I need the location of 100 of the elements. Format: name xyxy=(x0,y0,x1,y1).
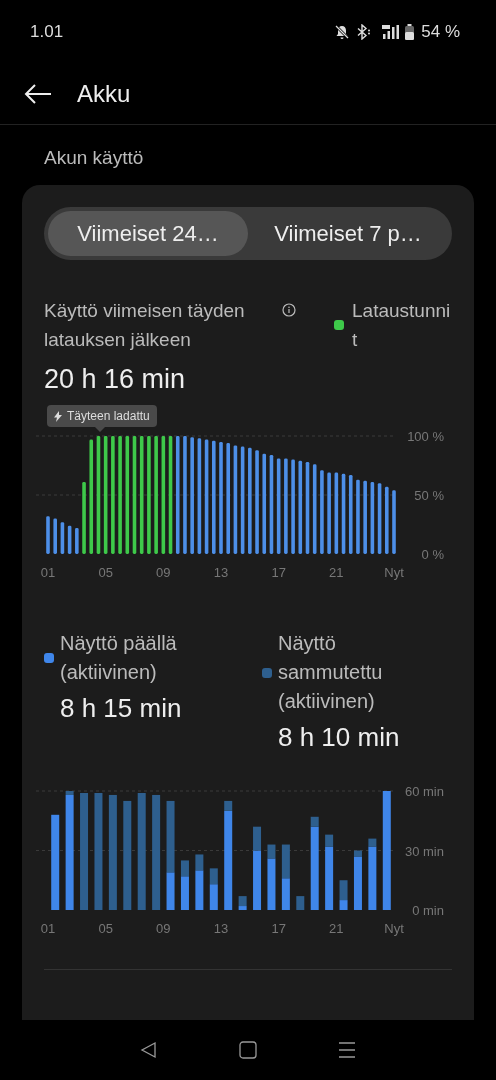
bar xyxy=(53,518,58,554)
bar xyxy=(298,460,303,554)
bar xyxy=(166,800,175,873)
legend-label: Näyttö sammutettu (aktiivinen) xyxy=(278,631,384,714)
y-tick-label: 0 % xyxy=(421,547,445,562)
bar xyxy=(363,480,367,554)
bar xyxy=(125,436,130,554)
bar xyxy=(65,794,74,910)
bar xyxy=(224,800,233,811)
period-tab[interactable]: Viimeiset 24… xyxy=(48,211,248,256)
bar xyxy=(281,878,290,910)
bar xyxy=(51,814,60,910)
bar xyxy=(94,792,103,910)
menu-icon[interactable] xyxy=(337,1041,356,1059)
bar xyxy=(267,858,276,910)
x-tick-label: 05 xyxy=(98,565,113,580)
bar xyxy=(154,436,158,554)
bar xyxy=(147,436,151,554)
bar xyxy=(195,870,204,910)
battery-percent: 54 % xyxy=(421,22,460,42)
bar xyxy=(339,880,348,901)
legend-label: Näyttö päällä (aktiivinen) xyxy=(60,631,178,685)
x-tick-label: 13 xyxy=(213,921,229,936)
bar xyxy=(339,900,348,910)
bar xyxy=(108,794,117,910)
y-tick-label: 60 min xyxy=(404,784,444,799)
y-tick-label: 0 min xyxy=(412,903,444,918)
bar xyxy=(296,896,305,910)
bar xyxy=(382,791,391,910)
x-tick-label: Nyt xyxy=(384,565,405,580)
bar xyxy=(209,868,218,885)
bar xyxy=(310,816,319,827)
bar xyxy=(226,443,231,554)
bar xyxy=(175,436,180,554)
bar xyxy=(190,437,194,554)
bar xyxy=(82,482,86,554)
usage-label: Käyttö viimeisen täyden latauksen jälkeen xyxy=(44,299,246,352)
bar xyxy=(267,844,276,859)
bar xyxy=(320,470,324,554)
bar xyxy=(80,792,89,910)
bar xyxy=(224,810,233,910)
bar xyxy=(139,436,144,554)
bar xyxy=(238,906,247,910)
y-tick-label: 50 % xyxy=(414,488,445,503)
duration-value: 8 h 10 min xyxy=(277,722,401,753)
bar xyxy=(368,846,377,910)
bar xyxy=(166,872,175,910)
bar xyxy=(392,490,396,554)
period-tab[interactable]: Viimeiset 7 p… xyxy=(248,211,448,256)
bar xyxy=(152,794,161,910)
bar xyxy=(180,876,189,910)
x-tick-label: 13 xyxy=(213,565,229,580)
y-tick-label: 100 % xyxy=(407,429,445,444)
bar xyxy=(180,860,189,877)
legend-label: Lataustunnit xyxy=(352,299,452,352)
bar xyxy=(291,459,295,554)
back-icon[interactable] xyxy=(140,1041,159,1059)
bar xyxy=(348,474,353,554)
bar xyxy=(325,834,334,847)
bar xyxy=(118,436,122,554)
bar xyxy=(209,884,218,910)
x-tick-label: 17 xyxy=(271,565,286,580)
y-tick-label: 30 min xyxy=(404,843,444,859)
bar xyxy=(325,846,334,910)
lightning-icon xyxy=(54,410,62,422)
status-time: 1.01 xyxy=(30,22,64,42)
battery-icon xyxy=(405,24,415,40)
x-tick-label: 21 xyxy=(329,921,344,936)
bar xyxy=(312,464,317,554)
bar xyxy=(195,854,204,871)
bar xyxy=(183,436,187,554)
x-tick-label: 01 xyxy=(40,565,56,580)
bar xyxy=(89,439,94,554)
x-tick-label: 21 xyxy=(329,565,344,580)
x-tick-label: 09 xyxy=(156,565,171,580)
bar xyxy=(262,453,267,554)
bar xyxy=(248,447,252,554)
bar xyxy=(65,791,74,795)
bar xyxy=(255,450,259,554)
bar xyxy=(46,516,50,554)
page-title: Akku xyxy=(77,80,131,108)
bar xyxy=(219,441,223,554)
back-arrow-icon[interactable] xyxy=(24,83,52,105)
bar xyxy=(253,850,262,910)
bar xyxy=(353,856,362,910)
usage-value: 20 h 16 min xyxy=(44,364,187,395)
bell-off-icon xyxy=(334,24,351,40)
x-tick-label: 05 xyxy=(98,921,113,936)
bar xyxy=(368,838,377,847)
bar xyxy=(310,826,319,910)
info-icon[interactable] xyxy=(282,303,296,317)
home-icon[interactable] xyxy=(239,1041,257,1059)
tooltip-text: Täyteen ladattu xyxy=(67,409,150,423)
x-tick-label: Nyt xyxy=(384,921,405,936)
bar xyxy=(137,792,146,910)
bar xyxy=(123,800,132,910)
bar xyxy=(327,472,331,554)
duration-value: 8 h 15 min xyxy=(59,693,183,724)
bar xyxy=(238,896,247,907)
bar xyxy=(75,528,79,554)
